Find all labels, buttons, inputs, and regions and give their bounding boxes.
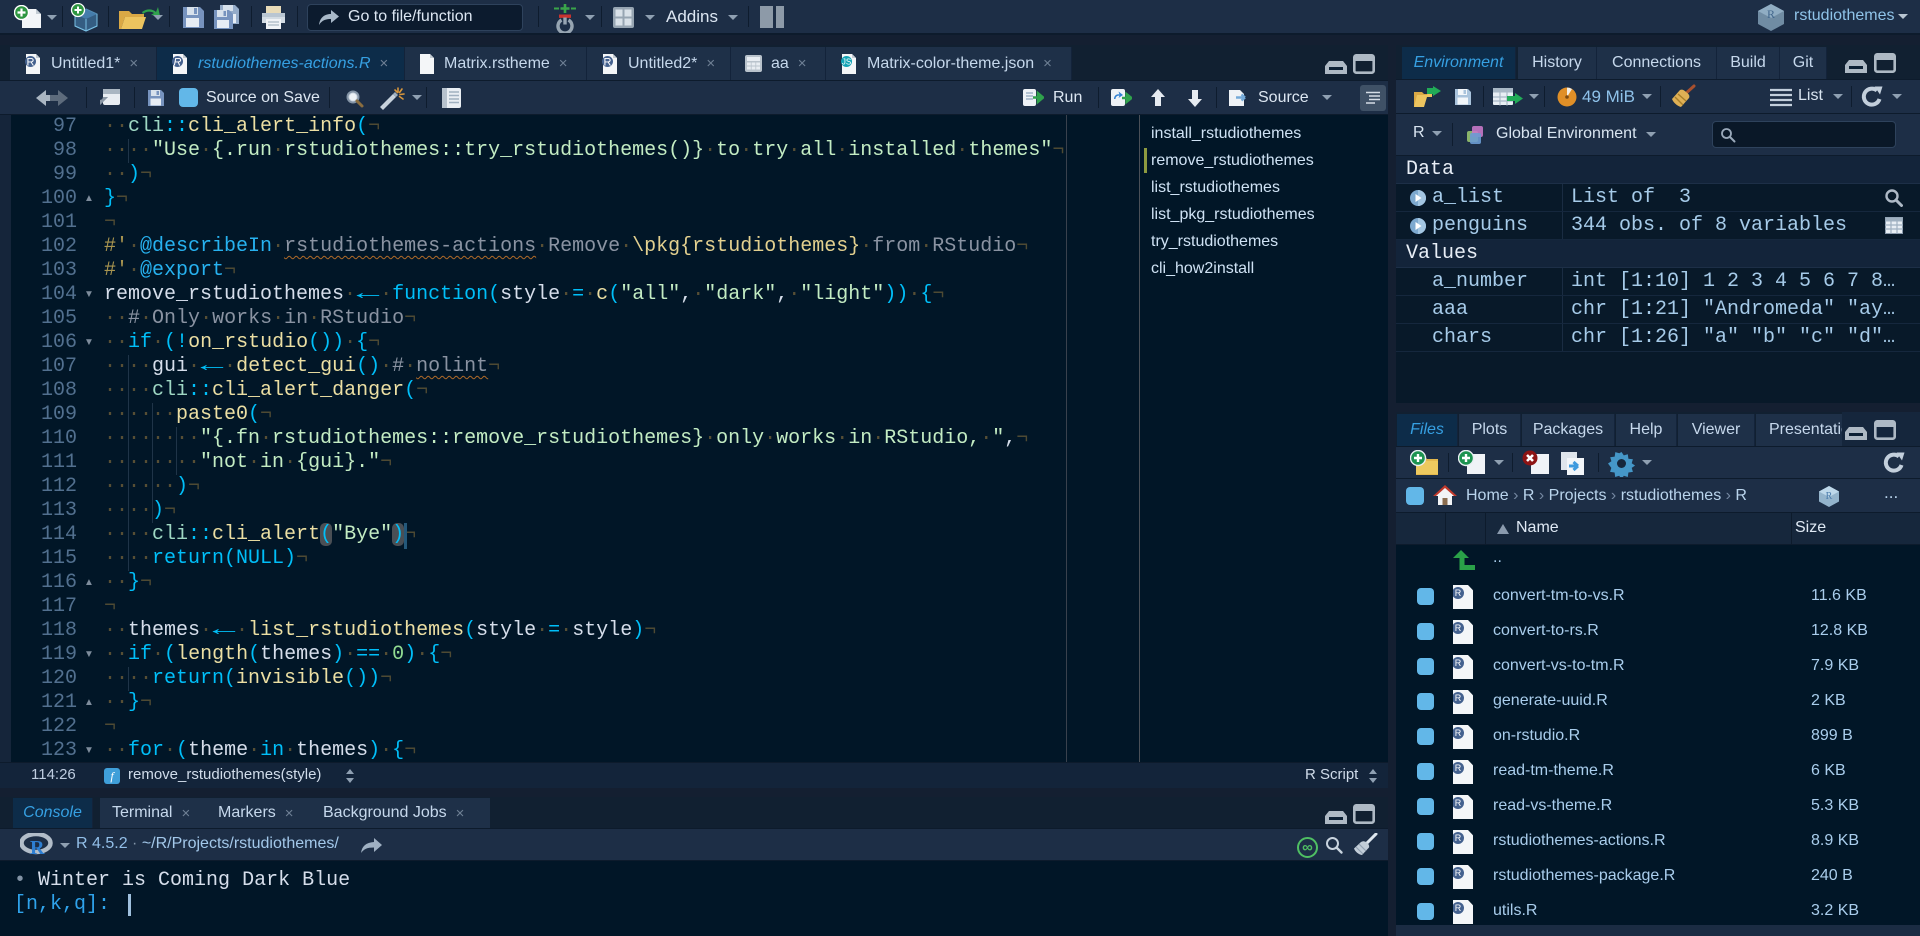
svg-text:R: R (1767, 7, 1775, 21)
svg-text:R: R (1826, 491, 1833, 502)
svg-text:R: R (604, 56, 612, 68)
svg-text:R: R (30, 837, 45, 857)
svg-text:R: R (27, 56, 35, 68)
svg-text:JS: JS (842, 57, 851, 66)
svg-text:R: R (174, 56, 182, 68)
